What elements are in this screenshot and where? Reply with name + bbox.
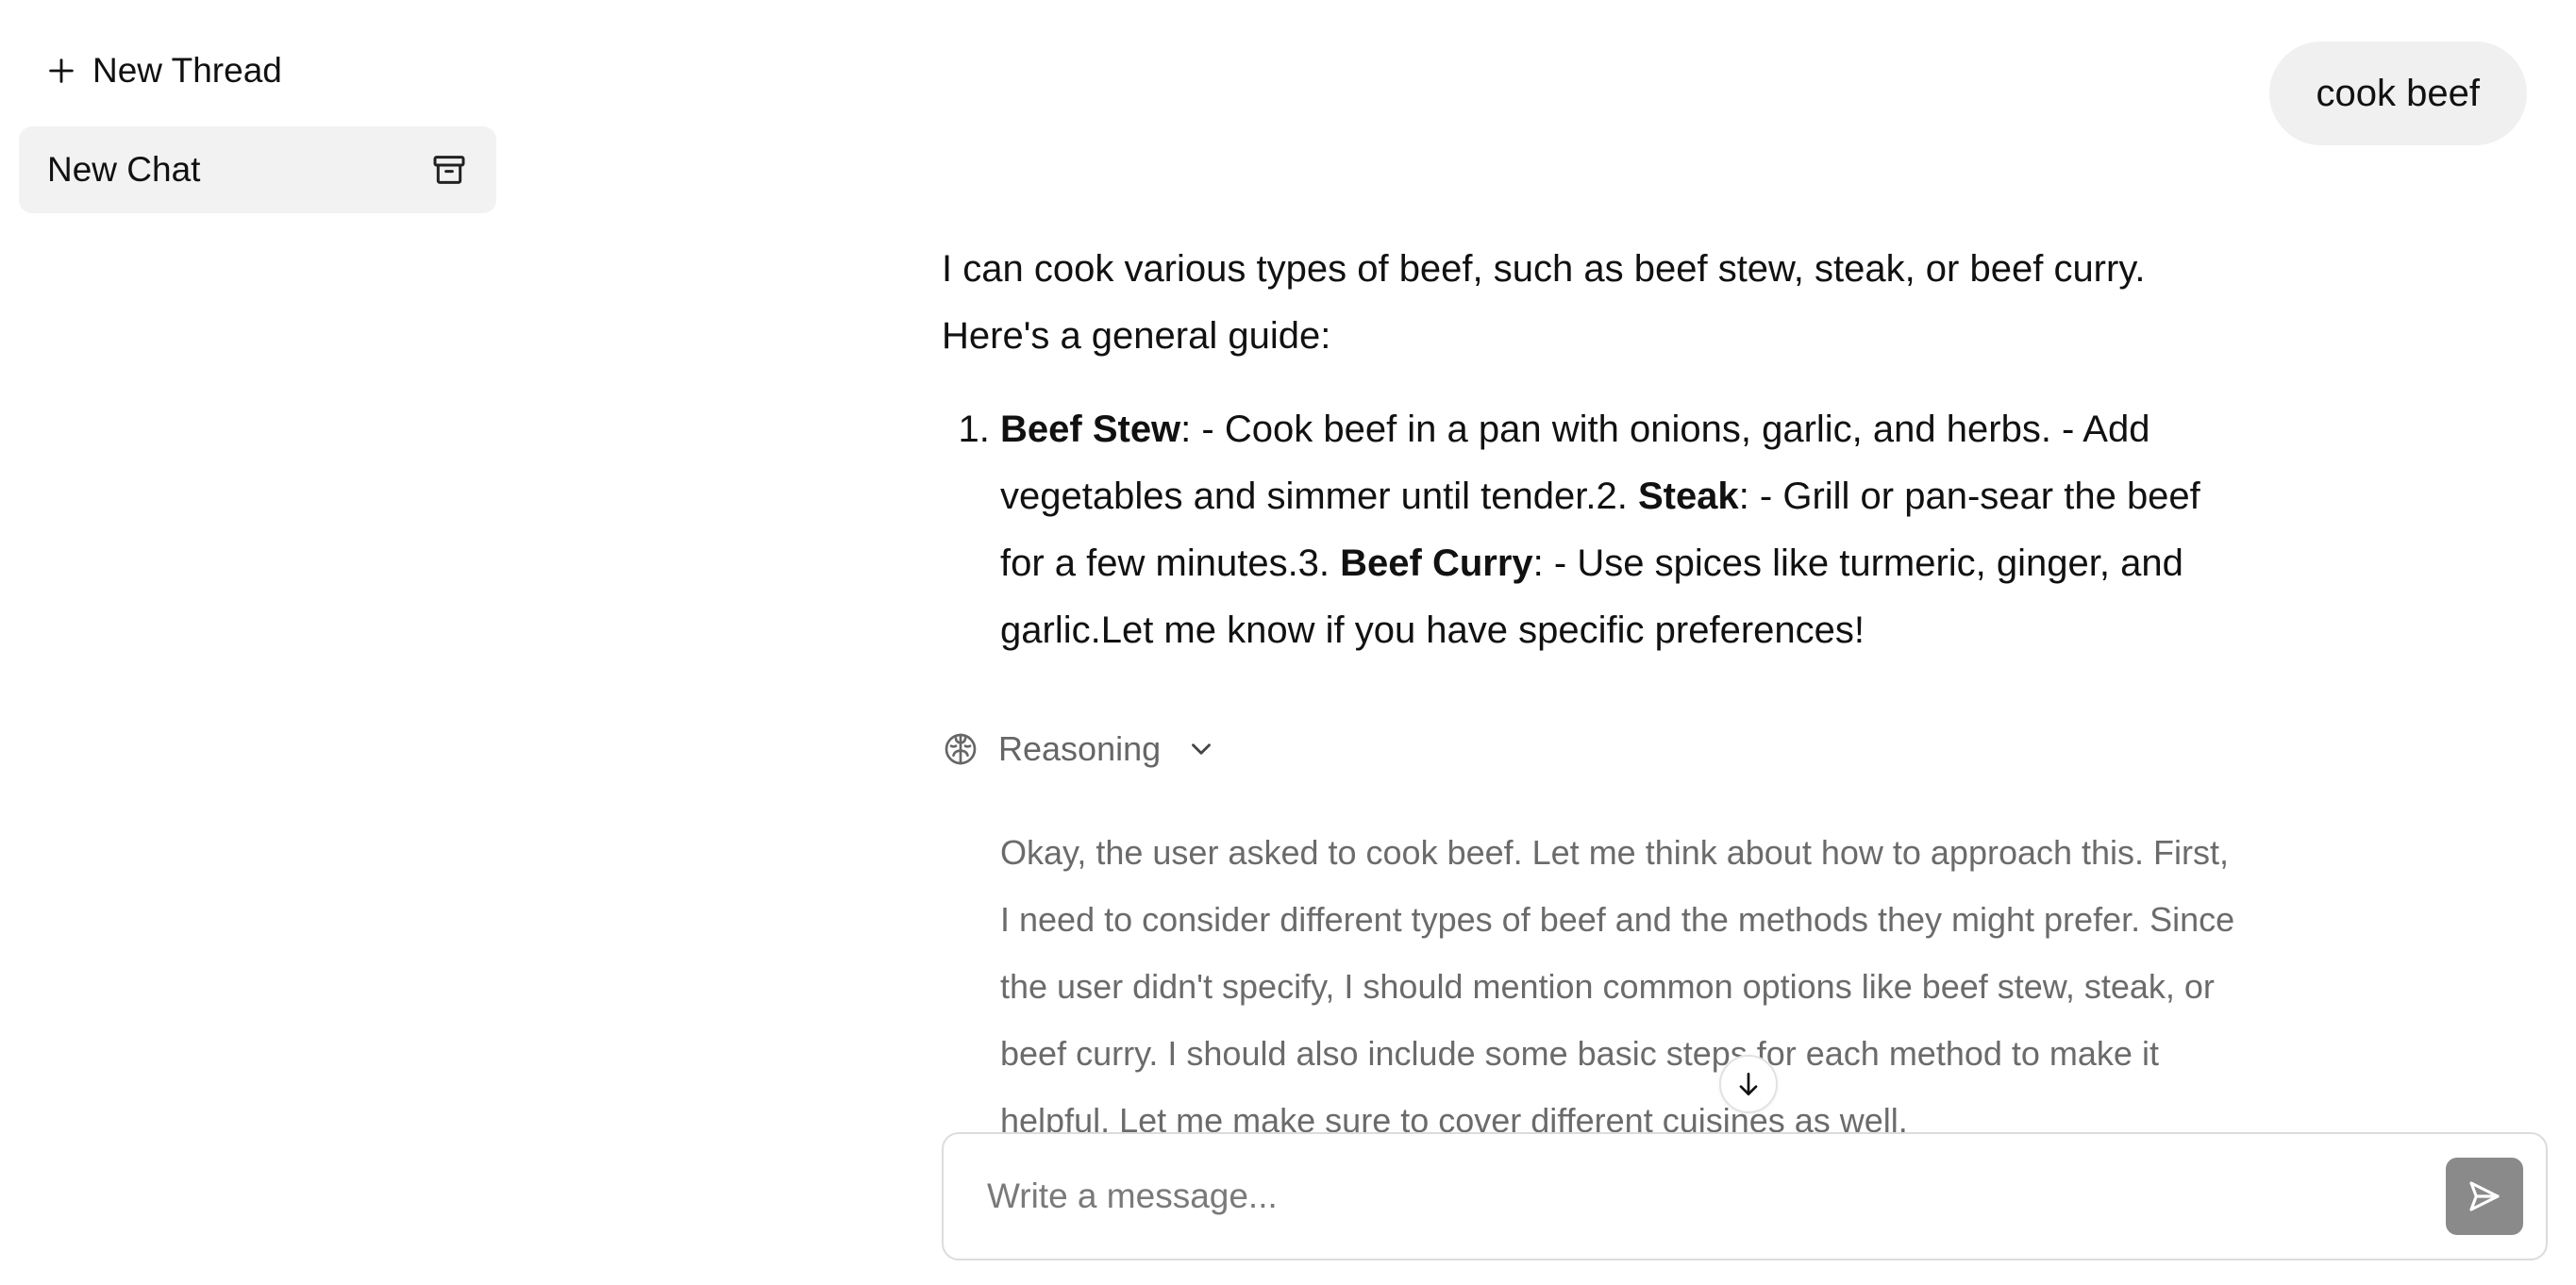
- answer-list-item: Beef Stew: - Cook beef in a pan with oni…: [1000, 396, 2244, 664]
- answer-list: Beef Stew: - Cook beef in a pan with oni…: [942, 396, 2244, 664]
- arrow-down-icon: [1739, 1073, 1758, 1095]
- brain-icon: [945, 733, 977, 765]
- send-button[interactable]: [2446, 1158, 2523, 1235]
- message-input[interactable]: [944, 1134, 2446, 1259]
- reasoning-text: Okay, the user asked to cook beef. Let m…: [1000, 833, 2235, 1134]
- new-thread-button[interactable]: New Thread: [45, 47, 282, 94]
- plus-icon: [49, 58, 74, 83]
- user-message-bubble: cook beef: [2268, 42, 2527, 145]
- send-icon: [2469, 1181, 2500, 1211]
- message-composer: [942, 1132, 2548, 1260]
- reasoning-label: Reasoning: [998, 729, 1162, 768]
- user-message-text: cook beef: [2316, 72, 2480, 114]
- answer-bold-beef-curry: Beef Curry: [1340, 542, 1533, 584]
- sidebar: New Thread New Chat: [0, 0, 510, 1285]
- thread-item[interactable]: New Chat: [19, 126, 496, 213]
- chevron-down-icon[interactable]: [1185, 733, 1217, 765]
- message-list[interactable]: I can cook various types of beef, such a…: [942, 236, 2244, 1134]
- assistant-intro: I can cook various types of beef, such a…: [942, 248, 2146, 357]
- new-thread-label: New Thread: [92, 51, 282, 90]
- archive-icon[interactable]: [430, 151, 468, 189]
- thread-item-label: New Chat: [47, 150, 201, 189]
- reasoning-toggle[interactable]: Reasoning: [942, 721, 2244, 777]
- scroll-to-bottom-button[interactable]: [1719, 1055, 1778, 1113]
- answer-bold-beef-stew: Beef Stew: [1000, 409, 1181, 450]
- answer-bold-steak: Steak: [1637, 476, 1739, 517]
